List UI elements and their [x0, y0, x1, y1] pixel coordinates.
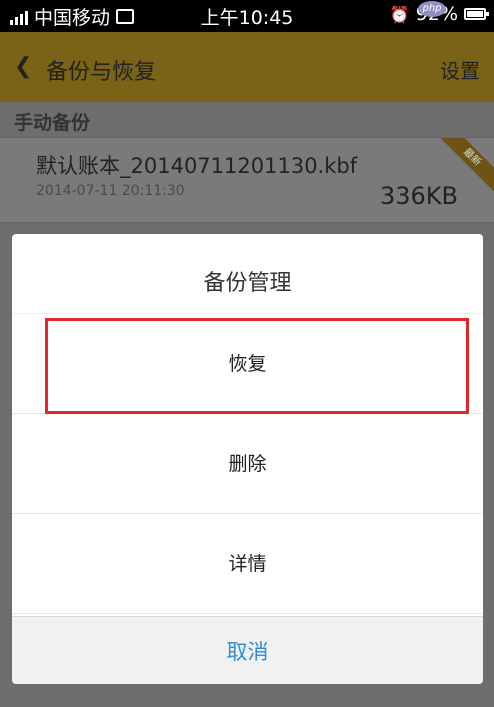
- file-timestamp: 2014-07-11 20:11:30: [36, 183, 185, 199]
- delete-option[interactable]: 删除: [12, 414, 483, 514]
- restore-option[interactable]: 恢复: [12, 314, 483, 414]
- backup-file-item[interactable]: 默认账本_20140711201130.kbf 2014-07-11 20:11…: [0, 137, 494, 223]
- cancel-button[interactable]: 取消: [12, 616, 483, 684]
- php-watermark-logo: php: [418, 1, 446, 17]
- dialog-title: 备份管理: [12, 234, 483, 314]
- backup-management-dialog: 备份管理 恢复 删除 详情 取消: [12, 234, 483, 684]
- details-option[interactable]: 详情: [12, 514, 483, 614]
- section-title: 手动备份: [14, 112, 91, 134]
- latest-badge-label: 最新: [437, 138, 494, 192]
- file-name: 默认账本_20140711201130.kbf: [36, 154, 358, 178]
- header-bar: ❮ 备份与恢复 设置: [0, 32, 494, 102]
- chevron-left-icon[interactable]: ❮: [14, 54, 32, 79]
- latest-badge: 最新: [436, 138, 494, 196]
- settings-button[interactable]: 设置: [440, 55, 480, 84]
- status-bar: 中国移动 上午10:45 ⏰ 92% php: [0, 0, 494, 32]
- alarm-icon: ⏰: [389, 4, 410, 24]
- battery-icon: [464, 8, 489, 20]
- page-title: 备份与恢复: [46, 60, 157, 85]
